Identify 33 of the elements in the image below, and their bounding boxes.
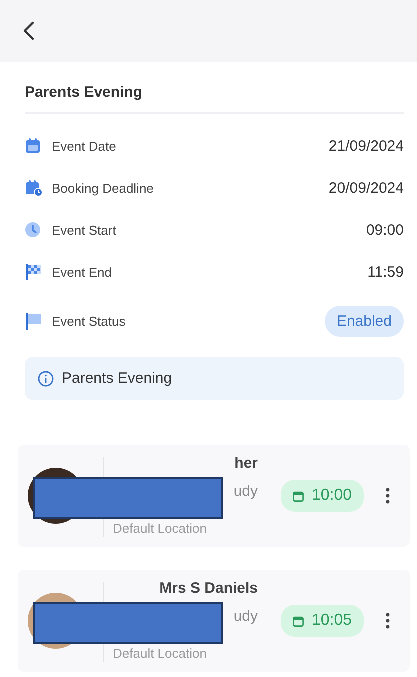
detail-value: 20/09/2024	[328, 180, 404, 196]
location-text: Default Location	[113, 646, 208, 661]
detail-label: Event Start	[52, 222, 118, 238]
detail-value: 09:00	[366, 222, 404, 238]
flag-icon	[25, 312, 43, 330]
detail-label: Event Date	[52, 138, 118, 154]
calendar-icon	[25, 138, 41, 154]
subject-text: udy	[232, 482, 258, 502]
checkered-flag-icon	[25, 263, 43, 281]
appointment-card[interactable]: her udy Default Location 10:00	[18, 445, 410, 547]
time-badge: 10:00	[280, 480, 364, 512]
more-icon[interactable]	[386, 613, 390, 629]
detail-label: Booking Deadline	[52, 180, 155, 196]
calendar-clock-icon	[25, 180, 43, 196]
calendar-icon	[292, 616, 304, 626]
status-badge: Enabled	[324, 306, 404, 336]
info-icon	[38, 370, 54, 386]
time-badge: 10:05	[280, 605, 364, 637]
detail-label: Event End	[52, 264, 113, 280]
more-icon[interactable]	[386, 488, 390, 504]
detail-value: 21/09/2024	[328, 138, 404, 154]
clock-icon	[25, 222, 41, 238]
appointment-card[interactable]: Mrs S Daniels udy Default Location 10:05	[18, 570, 410, 672]
detail-value: 11:59	[368, 264, 404, 280]
back-icon[interactable]	[22, 21, 36, 41]
calendar-icon	[292, 490, 304, 502]
info-text: Parents Evening	[62, 370, 172, 387]
teacher-name: Mrs S Daniels	[158, 580, 258, 599]
teacher-name: her	[234, 455, 258, 474]
event-title: Parents Evening	[25, 62, 404, 114]
subject-text: udy	[232, 607, 258, 627]
location-text: Default Location	[113, 521, 208, 536]
detail-label: Event Status	[52, 314, 127, 328]
